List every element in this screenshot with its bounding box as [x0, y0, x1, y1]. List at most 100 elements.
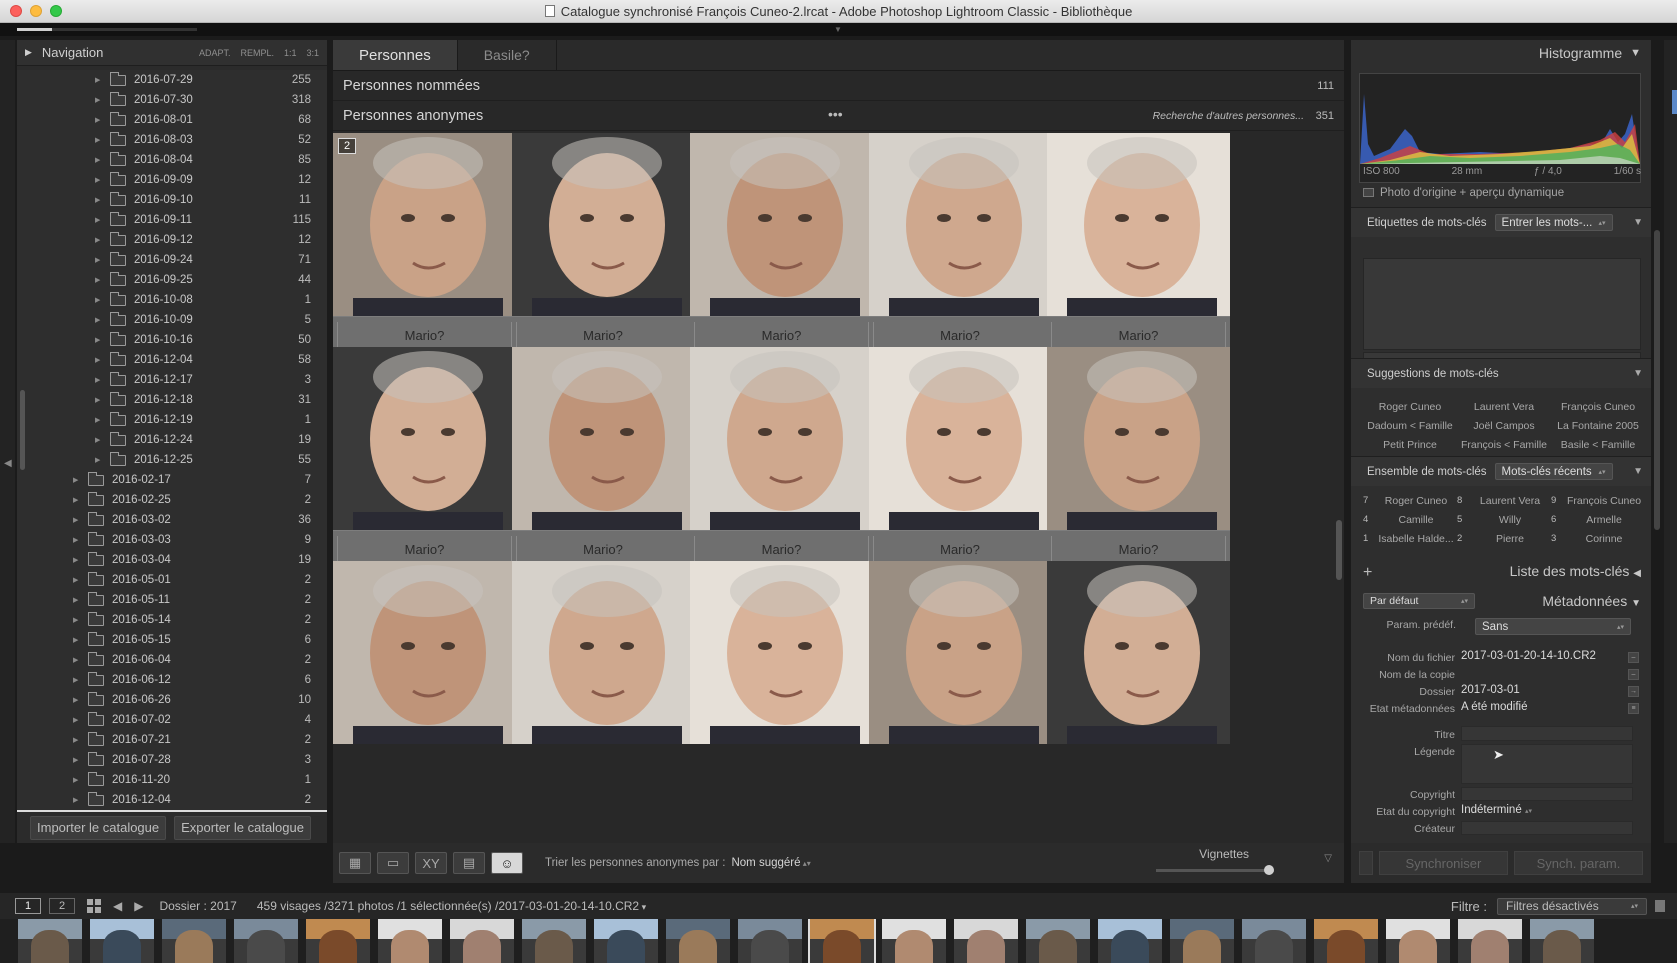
filmstrip-thumbnail[interactable] — [808, 919, 876, 963]
stack-count-badge[interactable]: 2 — [338, 138, 356, 154]
folder-action-icon[interactable]: → — [1628, 686, 1639, 697]
keyword-set-item[interactable]: 7 Roger Cuneo — [1363, 491, 1457, 510]
chevron-right-icon[interactable]: ▶ — [95, 136, 100, 144]
folder-row[interactable]: ▶ 2016-06-12 6 — [17, 670, 327, 690]
zoom-fit[interactable]: ADAPT. — [199, 48, 231, 58]
keyword-set-dropdown[interactable]: Mots-clés récents ▴▾ — [1494, 463, 1613, 480]
chevron-right-icon[interactable]: ▶ — [95, 416, 100, 424]
zoom-fill[interactable]: REMPL. — [240, 48, 274, 58]
copyright-status-dropdown[interactable]: Indéterminé ▴▾ — [1461, 804, 1532, 816]
metadata-view-dropdown[interactable]: Par défaut ▴▾ — [1363, 593, 1475, 609]
collapse-triangle-icon[interactable]: ▼ — [1630, 47, 1641, 59]
face-thumbnail[interactable] — [1047, 347, 1230, 530]
keyword-set-item[interactable]: 5 Willy — [1457, 510, 1551, 529]
folder-row[interactable]: ▶ 2016-10-08 1 — [17, 290, 327, 310]
chevron-right-icon[interactable]: ▶ — [73, 716, 78, 724]
chevron-right-icon[interactable]: ▶ — [73, 496, 78, 504]
filmstrip-thumbnail[interactable] — [450, 919, 514, 963]
filmstrip-thumbnail[interactable] — [1386, 919, 1450, 963]
preset-dropdown[interactable]: Sans ▴▾ — [1475, 618, 1631, 635]
keyword-suggestion[interactable]: Basile < Famille — [1551, 435, 1645, 454]
keyword-list-header[interactable]: Liste des mots-clés ◀ — [1510, 563, 1641, 579]
chevron-right-icon[interactable]: ▶ — [73, 616, 78, 624]
left-panel-toggle-strip[interactable]: ◀ — [0, 40, 15, 843]
folder-row[interactable]: ▶ 2016-12-04 2 — [17, 790, 327, 810]
back-arrow-icon[interactable]: ◀ — [113, 899, 122, 913]
chevron-right-icon[interactable]: ▶ — [73, 636, 78, 644]
folder-row[interactable]: ▶ 2016-09-09 12 — [17, 170, 327, 190]
chevron-right-icon[interactable]: ▶ — [95, 236, 100, 244]
loupe-view-button[interactable]: ▭ — [377, 852, 409, 874]
face-thumbnail[interactable]: 2 — [333, 133, 516, 316]
preview-checkbox[interactable] — [1363, 188, 1374, 198]
keyword-set-section[interactable]: Ensemble de mots-clés Mots-clés récents ▴… — [1351, 456, 1651, 486]
creator-field[interactable] — [1461, 821, 1633, 835]
folder-row[interactable]: ▶ 2016-09-24 71 — [17, 250, 327, 270]
folder-row[interactable]: ▶ 2016-09-11 115 — [17, 210, 327, 230]
folder-row[interactable]: ▶ 2016-07-29 255 — [17, 70, 327, 90]
folder-row[interactable]: ▶ 2016-03-03 9 — [17, 530, 327, 550]
chevron-right-icon[interactable]: ▶ — [95, 436, 100, 444]
collapse-triangle-icon[interactable]: ▼ — [1633, 368, 1643, 379]
keyword-set-item[interactable]: 1 Isabelle Halde... — [1363, 529, 1457, 548]
keyword-suggestion[interactable]: François Cuneo — [1551, 397, 1645, 416]
folder-scrollbar[interactable] — [20, 390, 25, 470]
chevron-right-icon[interactable]: ▶ — [95, 196, 100, 204]
auto-sync-toggle[interactable] — [1359, 851, 1373, 875]
folder-row[interactable]: ▶ 2016-08-04 85 — [17, 150, 327, 170]
filmstrip-thumbnail[interactable] — [18, 919, 82, 963]
chevron-right-icon[interactable]: ▶ — [95, 296, 100, 304]
folder-row[interactable]: ▶ 2016-12-25 55 — [17, 450, 327, 470]
keyword-tags-section[interactable]: Etiquettes de mots-clés Entrer les mots-… — [1351, 207, 1651, 237]
folder-row[interactable]: ▶ 2016-10-09 5 — [17, 310, 327, 330]
face-thumbnail[interactable] — [690, 347, 873, 530]
filmstrip-thumbnail[interactable] — [738, 919, 802, 963]
keyword-suggestion[interactable]: François < Famille — [1457, 435, 1551, 454]
navigation-header[interactable]: ▶ Navigation ADAPT. REMPL. 1:1 3:1 — [17, 40, 327, 66]
folder-row[interactable]: ▶ 2016-08-03 52 — [17, 130, 327, 150]
keyword-set-item[interactable]: 6 Armelle — [1551, 510, 1645, 529]
chevron-right-icon[interactable]: ▶ — [95, 316, 100, 324]
filmstrip-thumbnail[interactable] — [594, 919, 658, 963]
folder-row[interactable]: ▶ 2016-12-24 19 — [17, 430, 327, 450]
folder-row[interactable]: ▶ 2016-09-25 44 — [17, 270, 327, 290]
folder-row[interactable]: ▶ 2016-07-21 2 — [17, 730, 327, 750]
folder-row[interactable]: ▶ 2016-12-18 31 — [17, 390, 327, 410]
folder-row[interactable]: ▶ 2016-02-17 7 — [17, 470, 327, 490]
sync-button[interactable]: Synchroniser — [1378, 851, 1508, 875]
face-thumbnail[interactable] — [511, 133, 695, 316]
keyword-suggestion[interactable]: Petit Prince — [1363, 435, 1457, 454]
filmstrip-thumbnail[interactable] — [882, 919, 946, 963]
filmstrip-thumbnail[interactable] — [1314, 919, 1378, 963]
folder-row[interactable]: ▶ 2016-07-28 3 — [17, 750, 327, 770]
chevron-right-icon[interactable]: ▶ — [95, 156, 100, 164]
face-thumbnail[interactable] — [868, 347, 1052, 530]
folder-row[interactable]: ▶ 2016-07-02 4 — [17, 710, 327, 730]
filmstrip-thumbnail[interactable] — [234, 919, 298, 963]
filmstrip-thumbnail[interactable] — [162, 919, 226, 963]
chevron-right-icon[interactable]: ▶ — [73, 696, 78, 704]
grid-icon[interactable] — [87, 899, 101, 913]
filename-value[interactable]: 2017-03-01-20-14-10.CR2 — [1461, 650, 1596, 662]
folder-row[interactable]: ▶ 2016-11-20 1 — [17, 770, 327, 790]
face-thumbnail[interactable] — [511, 561, 695, 744]
filmstrip-thumbnail[interactable] — [1170, 919, 1234, 963]
face-thumbnail[interactable] — [511, 347, 695, 530]
chevron-right-icon[interactable]: ▶ — [73, 556, 78, 564]
chevron-right-icon[interactable]: ▶ — [73, 656, 78, 664]
filename-action-icon[interactable]: – — [1628, 652, 1639, 663]
original-preview-toggle[interactable]: Photo d'origine + aperçu dynamique — [1363, 187, 1564, 199]
keyword-suggestion[interactable]: Joël Campos — [1457, 416, 1551, 435]
chevron-right-icon[interactable]: ▶ — [95, 456, 100, 464]
filmstrip-thumbnail[interactable] — [954, 919, 1018, 963]
thumbnail-size-slider[interactable] — [1156, 869, 1274, 872]
chevron-right-icon[interactable]: ▶ — [95, 276, 100, 284]
face-thumbnail[interactable] — [690, 561, 873, 744]
survey-view-button[interactable]: ▤ — [453, 852, 485, 874]
title-field[interactable] — [1461, 726, 1633, 741]
folder-row[interactable]: ▶ 2016-09-10 11 — [17, 190, 327, 210]
right-panel-toggle-strip[interactable] — [1664, 40, 1677, 843]
face-thumbnail[interactable] — [333, 561, 516, 744]
folder-row[interactable]: ▶ 2016-03-04 19 — [17, 550, 327, 570]
chevron-right-icon[interactable]: ▶ — [95, 96, 100, 104]
